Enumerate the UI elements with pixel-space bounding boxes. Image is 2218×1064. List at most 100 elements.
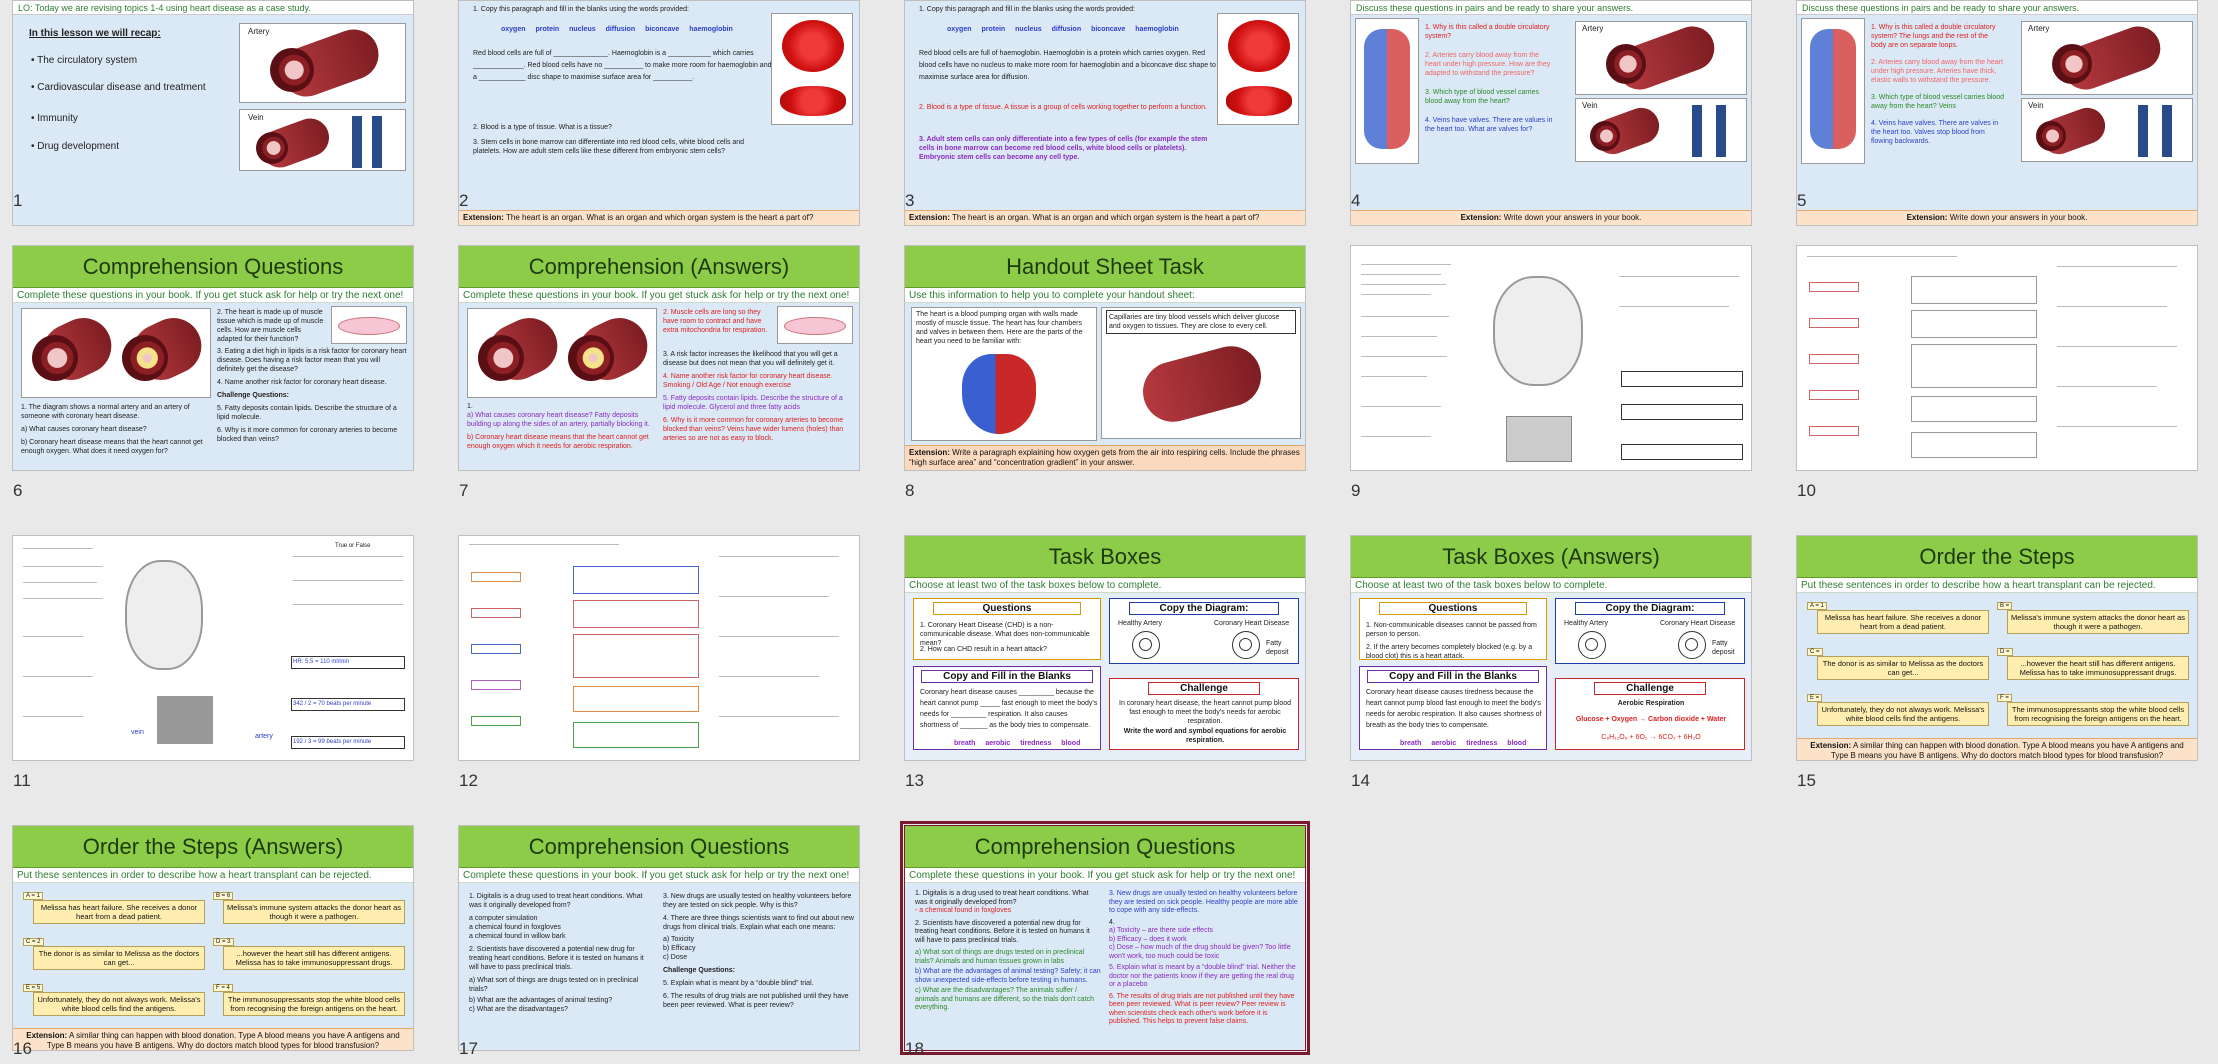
red-blood-cell-image <box>1217 13 1299 125</box>
slide-thumbnail-12[interactable] <box>458 535 860 761</box>
word-equation: Glucose + Oxygen → Carbon dioxide + Wate… <box>1575 716 1727 723</box>
slide-thumbnail-15[interactable]: Order the Steps Put these sentences in o… <box>1796 535 2198 761</box>
answer-list: 3. A risk factor increases the likelihoo… <box>663 350 855 443</box>
artery-comparison-image <box>21 308 211 398</box>
slide-thumbnail-4[interactable]: Discuss these questions in pairs and be … <box>1350 0 1752 226</box>
slide-thumbnail-6[interactable]: Comprehension Questions Complete these q… <box>12 245 414 471</box>
answer-item: 4. <box>1109 918 1115 926</box>
statement-box <box>573 600 699 628</box>
recap-item: • Immunity <box>31 113 78 124</box>
vein-diagram: Vein <box>239 109 406 173</box>
label-box <box>471 608 521 618</box>
slide-thumbnail-5[interactable]: Discuss these questions in pairs and be … <box>1796 0 2198 226</box>
statement-box <box>573 634 699 678</box>
question-item: 6. Why is it more common for coronary ar… <box>217 427 398 443</box>
artery-diagram: Artery <box>1575 20 1747 96</box>
slide-number: 7 <box>459 481 469 500</box>
recap-item: • Drug development <box>31 141 119 152</box>
answer-item: c) What are the disadvantages? The anima… <box>915 987 1095 1011</box>
slide-number: 16 <box>13 1039 32 1058</box>
step-card[interactable]: The donor is as similar to Melissa as th… <box>33 946 205 970</box>
question-item: 4. Name another risk factor for coronary… <box>217 379 387 386</box>
vein-cross-section <box>256 132 288 164</box>
step-card[interactable]: The immunosuppressants stop the white bl… <box>223 992 405 1016</box>
question-item: 6. The results of drug trials are not pu… <box>663 993 849 1009</box>
answer-list: 3. New drugs are usually tested on healt… <box>1109 890 1301 1027</box>
slide-thumbnail-18-selected[interactable]: Comprehension Questions Complete these q… <box>900 821 1310 1055</box>
statement-box <box>1911 432 2037 458</box>
answer-text: 1. Non-communicable diseases cannot be p… <box>1366 622 1537 638</box>
answer-item: 2. Muscle cells are long so they have ro… <box>663 309 768 334</box>
question-item: a chemical found in willow bark <box>469 933 566 940</box>
micrograph-image <box>157 696 213 744</box>
answer-text: 2. Blood is a type of tissue. A tissue i… <box>919 104 1207 111</box>
step-card[interactable]: Unfortunately, they do not always work. … <box>1817 702 1989 726</box>
valve-bar <box>2138 105 2148 157</box>
fill-paragraph: Coronary heart disease causes _________ … <box>920 689 1098 729</box>
question-list: 1. Digitalis is a drug used to treat hea… <box>469 892 655 1014</box>
artery-label: Artery <box>248 27 270 36</box>
chd-artery-circle <box>1232 631 1260 659</box>
step-card[interactable]: ...however the heart still has different… <box>2007 656 2189 680</box>
slide-thumbnail-17[interactable]: Comprehension Questions Complete these q… <box>458 825 860 1051</box>
artery-cross-section <box>270 48 314 92</box>
step-card[interactable]: Melissa has heart failure. She receives … <box>33 900 205 924</box>
box-heading: Copy the Diagram: <box>1574 602 1726 615</box>
fatty-deposit-label: Fatty deposit <box>1266 640 1289 656</box>
box-heading: Challenge <box>1147 682 1261 695</box>
slide-thumbnail-1[interactable]: LO: Today we are revising topics 1-4 usi… <box>12 0 414 226</box>
healthy-artery-circle <box>1132 631 1160 659</box>
slide-instruction: Discuss these questions in pairs and be … <box>1351 1 1751 15</box>
step-card[interactable]: Unfortunately, they do not always work. … <box>33 992 205 1016</box>
recap-item: • The circulatory system <box>31 55 138 66</box>
answer-item: 2. Arteries carry blood away from the he… <box>1871 59 2003 84</box>
step-label: C = <box>1807 648 1823 656</box>
chd-label: Coronary Heart Disease <box>1660 620 1736 627</box>
step-card[interactable]: ...however the heart still has different… <box>223 946 405 970</box>
question-item: c) Dose <box>663 954 688 961</box>
challenge-heading: Challenge Questions: <box>217 392 289 399</box>
valve-bar <box>2162 105 2172 157</box>
slide-thumbnail-10[interactable] <box>1796 245 2198 471</box>
step-card[interactable]: Melissa has heart failure. She receives … <box>1817 610 1989 634</box>
step-card[interactable]: Melissa's immune system attacks the dono… <box>223 900 405 924</box>
slide-thumbnail-14[interactable]: Task Boxes (Answers) Choose at least two… <box>1350 535 1752 761</box>
answer-item: b) What are the advantages of animal tes… <box>915 968 1101 984</box>
artery-diagram: Artery <box>2021 20 2193 96</box>
slide-thumbnail-16[interactable]: Order the Steps (Answers) Put these sent… <box>12 825 414 1051</box>
slide-thumbnail-9[interactable] <box>1350 245 1752 471</box>
label-box <box>471 644 521 654</box>
slide-title: Order the Steps (Answers) <box>13 826 413 868</box>
answer-item: 1. Why is this called a double circulato… <box>1871 24 1996 49</box>
heart-outline-image <box>1493 276 1583 386</box>
capillary-description: Capillaries are tiny blood vessels which… <box>1106 310 1296 334</box>
slide-lo: LO: Today we are revising topics 1-4 usi… <box>13 1 413 15</box>
answer-item: 3. Which type of blood vessel carries bl… <box>1871 94 2005 110</box>
question-item: b) Efficacy <box>663 945 696 952</box>
question-text: 1. Copy this paragraph and fill in the b… <box>473 6 689 13</box>
valve-bar <box>372 116 382 168</box>
question-item: 1. Why is this called a double circulato… <box>1425 24 1550 40</box>
slide-thumbnail-13[interactable]: Task Boxes Choose at least two of the ta… <box>904 535 1306 761</box>
extension-bar: Extension: Write down your answers in yo… <box>1797 210 2197 225</box>
statement-box <box>1911 344 2037 388</box>
slide-thumbnail-11[interactable]: vein artery True or False HR: 5.5 = 110 … <box>12 535 414 761</box>
slide-thumbnail-7[interactable]: Comprehension (Answers) Complete these q… <box>458 245 860 471</box>
artery-cross-section <box>478 335 524 381</box>
word-bank: oxygen protein nucleus diffusion biconca… <box>947 26 1179 33</box>
step-card[interactable]: The immunosuppressants stop the white bl… <box>2007 702 2189 726</box>
healthy-artery-label: Healthy Artery <box>1118 620 1162 627</box>
slide-number: 5 <box>1797 191 1807 210</box>
slide-thumbnail-3[interactable]: 1. Copy this paragraph and fill in the b… <box>904 0 1306 226</box>
copy-diagram-task-box: Copy the Diagram: Healthy Artery Coronar… <box>1555 598 1745 664</box>
statement-box <box>1911 310 2037 338</box>
slide-thumbnail-2[interactable]: 1. Copy this paragraph and fill in the b… <box>458 0 860 226</box>
healthy-artery-circle <box>1578 631 1606 659</box>
statement-box <box>1911 396 2037 422</box>
answer-list: 1. Digitalis is a drug used to treat hea… <box>915 890 1101 1013</box>
step-card[interactable]: The donor is as similar to Melissa as th… <box>1817 656 1989 680</box>
step-card[interactable]: Melissa's immune system attacks the dono… <box>2007 610 2189 634</box>
slide-thumbnail-8[interactable]: Handout Sheet Task Use this information … <box>904 245 1306 471</box>
capillary-diagram: Capillaries are tiny blood vessels which… <box>1101 307 1301 439</box>
challenge-task-box: Challenge In coronary heart disease, the… <box>1109 678 1299 750</box>
